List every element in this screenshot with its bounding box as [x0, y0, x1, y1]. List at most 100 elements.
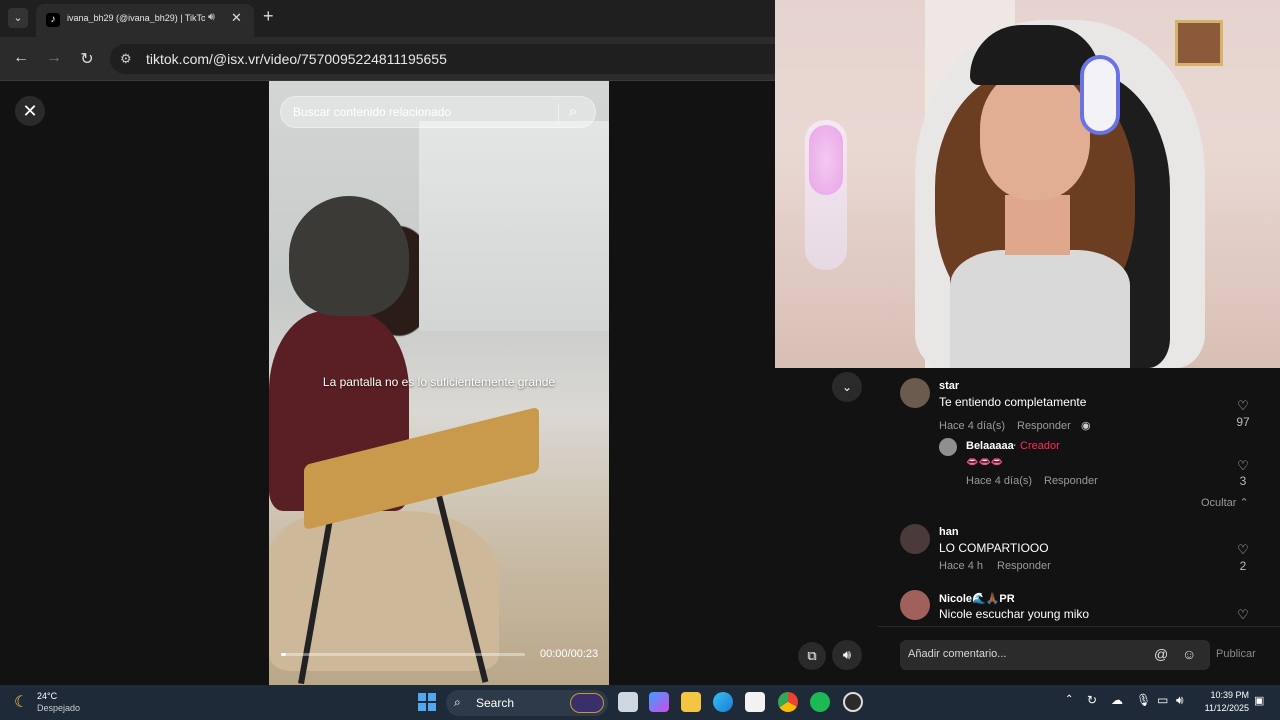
webcam-streamer-neck [1005, 195, 1070, 255]
comment-username[interactable]: star [939, 380, 959, 392]
reply-button[interactable]: Responder [997, 560, 1051, 572]
url-field[interactable]: ⚙ tiktok.com/@isx.vr/video/7570095224811… [110, 44, 775, 74]
moon-weather-icon[interactable]: ☾ [14, 692, 28, 712]
heart-icon[interactable]: ♡ [1235, 398, 1251, 414]
search-highlight-icon [570, 693, 604, 713]
comment-input[interactable]: Añadir comentario... @ ☺ [900, 640, 1210, 670]
creator-badge: Creador [1020, 440, 1060, 452]
browser-tab-bar: ⌄ ♪ ivana_bh29 (@ivana_bh29) | TikTok 🔊︎… [0, 0, 775, 37]
comment-input-placeholder[interactable]: Añadir comentario... [908, 648, 1006, 660]
webcam-overlay [775, 0, 1280, 368]
avatar[interactable] [939, 438, 957, 456]
comment-username[interactable]: Belaaaaa [966, 440, 1014, 452]
comment-text: 👄👄👄 [966, 457, 1004, 468]
picture-in-picture-icon[interactable]: ⧉ [798, 642, 826, 670]
separator-dot: · [1013, 440, 1017, 452]
copilot-icon[interactable] [649, 692, 669, 712]
close-icon[interactable]: ✕ [15, 96, 45, 126]
video-person-head [289, 196, 409, 316]
microsoft-store-icon[interactable] [745, 692, 765, 712]
page-viewport: ✕ Buscar contenido relacionado ⌕ La pant… [0, 81, 775, 685]
comment-username[interactable]: han [939, 526, 959, 538]
reply-button[interactable]: Responder [1044, 475, 1098, 487]
comment-text: Nicole escuchar young miko [939, 607, 1090, 621]
taskbar-search-label: Search [476, 696, 515, 710]
comment-time: Hace 4 h [939, 560, 984, 572]
clock-time[interactable]: 10:39 PM [1199, 690, 1249, 700]
heart-icon[interactable]: ♡ [1235, 542, 1251, 558]
microphone-icon[interactable]: 🎙︎ [1136, 693, 1151, 707]
spotify-icon[interactable] [810, 692, 830, 712]
video-progress-fill [281, 653, 286, 656]
notification-icon[interactable]: ▣ [1254, 694, 1264, 707]
webcam-microphone-glow [809, 125, 843, 195]
avatar[interactable] [900, 378, 930, 408]
chrome-icon[interactable] [778, 692, 798, 712]
clock-date[interactable]: 11/12/2025 [1199, 703, 1249, 713]
edge-icon[interactable] [713, 692, 733, 712]
chevron-up-icon[interactable]: ⌃ [1065, 694, 1073, 705]
webcam-headphone [1080, 55, 1120, 135]
comment-text: Te entiendo completamente [939, 395, 1087, 409]
site-info-icon[interactable]: ⚙ [120, 51, 132, 67]
comment-composer: Añadir comentario... @ ☺ Publicar [878, 626, 1280, 685]
task-view-icon[interactable] [618, 692, 638, 712]
reply-button[interactable]: Responder [1017, 420, 1071, 432]
weather-temperature[interactable]: 24°C [37, 691, 57, 701]
heart-icon[interactable]: ♡ [1235, 607, 1251, 623]
webcam-streamer-face [980, 70, 1090, 200]
new-tab-button[interactable]: + [263, 6, 274, 27]
related-search-field[interactable]: Buscar contenido relacionado ⌕ [280, 96, 596, 128]
emoji-icon[interactable]: ☺ [1182, 646, 1196, 662]
windows-taskbar: ☾ 24°C Despejado ⌕ Search ⌃ ↻ ☁ 🎙︎ ▭ 🔊︎ … [0, 685, 1280, 720]
hide-replies-button[interactable]: Ocultar ⌃ [1201, 496, 1249, 509]
webcam-picture-frame [1175, 20, 1223, 66]
back-button[interactable]: ← [11, 49, 31, 67]
comment-username[interactable]: Nicole🌊🙏🏾PR [939, 592, 1015, 605]
video-time: 00:00/00:23 [540, 648, 599, 660]
heart-icon[interactable]: ♡ [1235, 458, 1251, 474]
chevron-up-icon: ⌃ [1239, 497, 1249, 509]
network-icon[interactable]: ▭ [1157, 693, 1168, 707]
comment-time: Hace 4 día(s) [966, 475, 1033, 487]
obs-icon[interactable] [843, 692, 863, 712]
forward-button[interactable]: → [44, 49, 64, 67]
like-count: 2 [1239, 559, 1247, 573]
weather-description[interactable]: Despejado [37, 703, 80, 713]
comment-text: LO COMPARTIOOO [939, 541, 1049, 555]
close-tab-icon[interactable]: ✕ [231, 10, 242, 26]
mention-icon[interactable]: @ [1154, 646, 1168, 662]
speaker-icon[interactable]: 🔊︎ [208, 11, 215, 24]
like-count: 97 [1236, 415, 1250, 429]
cloud-icon[interactable]: ☁ [1111, 693, 1123, 707]
taskbar-search[interactable]: ⌕ Search [446, 690, 608, 716]
address-bar: ← → ↻ ⚙ tiktok.com/@isx.vr/video/7570095… [0, 37, 775, 81]
search-icon[interactable]: ⌕ [569, 103, 577, 120]
file-explorer-icon[interactable] [681, 692, 701, 712]
creator-liked-icon: ◉ [1081, 420, 1091, 432]
tiktok-favicon-icon: ♪ [46, 13, 60, 27]
video-whiteboard [419, 121, 609, 331]
avatar[interactable] [900, 590, 930, 620]
related-search-placeholder[interactable]: Buscar contenido relacionado [293, 105, 451, 119]
video-player[interactable]: Buscar contenido relacionado ⌕ La pantal… [269, 81, 609, 685]
publish-button[interactable]: Publicar [1216, 648, 1256, 660]
volume-icon[interactable]: 🔊︎ [832, 640, 862, 670]
tab-search-button[interactable]: ⌄ [8, 8, 28, 28]
windows-start-icon[interactable] [418, 693, 436, 711]
video-progress-bar[interactable] [281, 653, 525, 656]
search-icon: ⌕ [454, 695, 461, 709]
browser-tab[interactable]: ♪ ivana_bh29 (@ivana_bh29) | TikTok 🔊︎ ✕ [36, 4, 254, 37]
sync-icon[interactable]: ↻ [1087, 693, 1097, 707]
url-text[interactable]: tiktok.com/@isx.vr/video/757009522481119… [146, 51, 447, 67]
comment-time: Hace 4 día(s) [939, 420, 1006, 432]
reload-button[interactable]: ↻ [77, 49, 97, 69]
chevron-down-icon[interactable]: ⌄ [832, 372, 862, 402]
search-divider [558, 103, 559, 123]
speaker-icon[interactable]: 🔊︎ [1176, 693, 1184, 708]
tab-title: ivana_bh29 (@ivana_bh29) | TikTok [67, 13, 205, 23]
like-count: 3 [1239, 474, 1247, 488]
avatar[interactable] [900, 524, 930, 554]
hide-label: Ocultar [1201, 497, 1237, 509]
webcam-streamer-top [950, 250, 1130, 368]
